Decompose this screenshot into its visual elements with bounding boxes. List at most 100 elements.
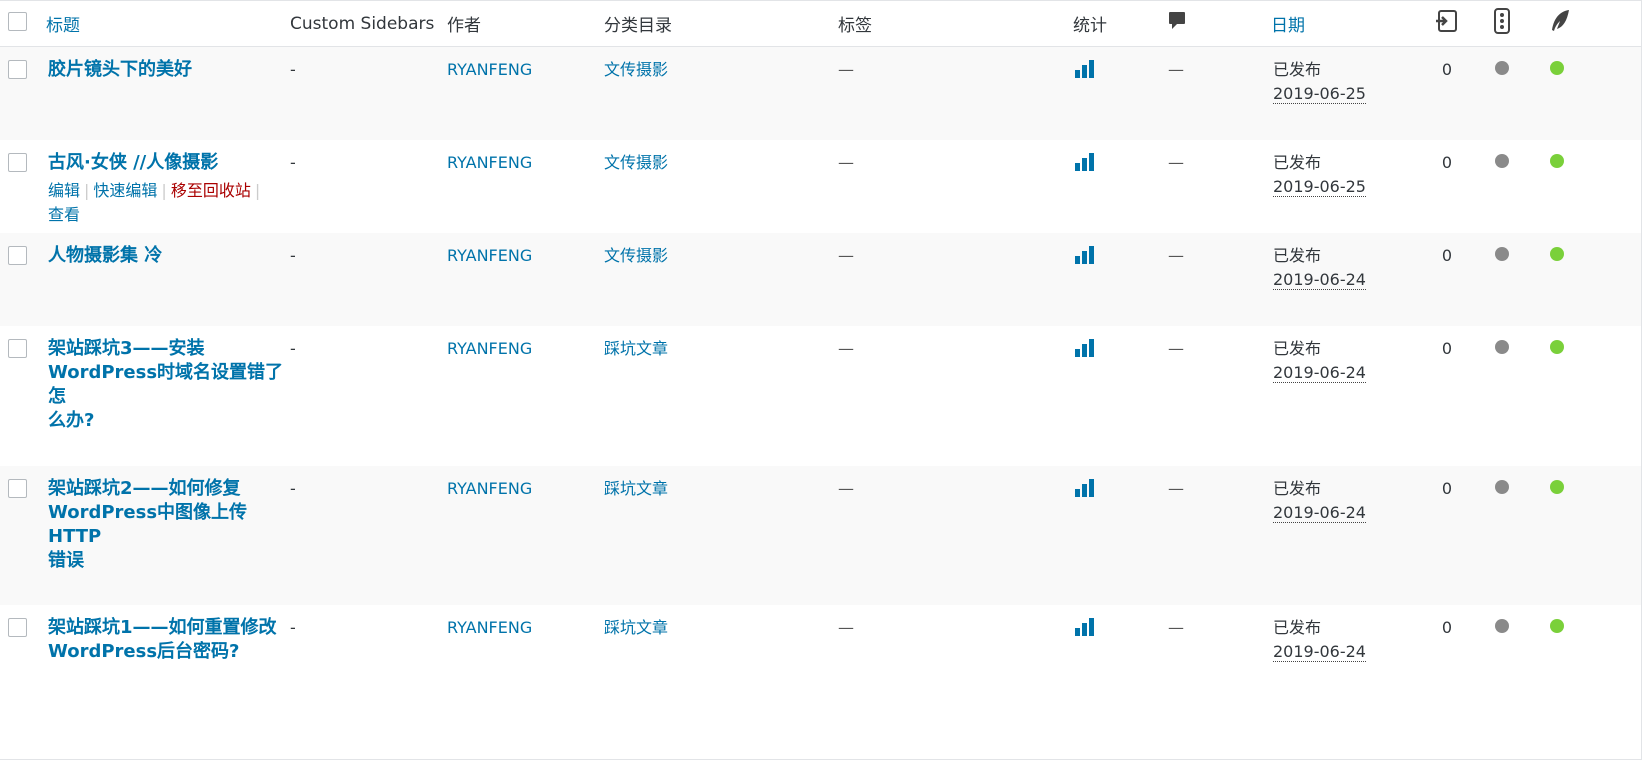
title-cell: 人物摄影集 冷 [46, 233, 290, 326]
post-title-line[interactable]: 架站踩坑3——安装 [48, 337, 290, 361]
author-link[interactable]: RYANFENG [447, 466, 604, 605]
row-checkbox[interactable] [8, 338, 27, 358]
seo-cell [1527, 326, 1642, 466]
post-title-line[interactable]: 架站踩坑2——如何修复 [48, 477, 290, 501]
tags-cell: — [838, 338, 854, 358]
post-title[interactable]: 古风·女侠 //人像摄影 [48, 151, 290, 175]
sidebars-cell: - [290, 60, 296, 79]
edit-link[interactable]: 编辑 [48, 181, 80, 200]
row-checkbox[interactable] [8, 617, 27, 637]
comments-cell: — [1168, 60, 1184, 79]
row-checkbox[interactable] [8, 245, 27, 265]
traffic-light-icon [1494, 8, 1510, 34]
sidebars-column-header: Custom Sidebars [290, 13, 435, 34]
post-title[interactable]: 架站踩坑3——安装 WordPress时域名设置错了怎 么办? [48, 337, 290, 433]
revisions-icon [1436, 10, 1457, 32]
author-link[interactable]: RYANFENG [447, 140, 604, 233]
post-title[interactable]: 胶片镜头下的美好 [48, 58, 290, 82]
post-title-line[interactable]: 古风·女侠 //人像摄影 [48, 151, 290, 175]
author-link[interactable]: RYANFENG [447, 326, 604, 466]
readability-status-dot [1495, 618, 1509, 633]
category-link[interactable]: 踩坑文章 [604, 466, 838, 605]
trash-link[interactable]: 移至回收站 [171, 181, 251, 200]
row-actions: 编辑 | 快速编辑 | 移至回收站 | 查看 [48, 179, 290, 227]
category-link[interactable]: 文传摄影 [604, 47, 838, 140]
post-title-line[interactable]: 么办? [48, 409, 290, 433]
revisions-count: 0 [1441, 245, 1453, 265]
category-link[interactable]: 踩坑文章 [604, 326, 838, 466]
row-checkbox[interactable] [8, 60, 27, 79]
post-title-line[interactable]: WordPress中图像上传HTTP [48, 501, 290, 549]
post-title-line[interactable]: 架站踩坑1——如何重置修改 [48, 616, 290, 640]
post-title-line[interactable]: WordPress时域名设置错了怎 [48, 361, 290, 409]
bar-chart-icon[interactable] [1075, 337, 1094, 357]
post-title-line[interactable]: WordPress后台密码? [48, 640, 290, 664]
category-link[interactable]: 文传摄影 [604, 233, 838, 326]
bar-chart-icon[interactable] [1075, 58, 1094, 78]
category-link[interactable]: 踩坑文章 [604, 605, 838, 721]
author-link[interactable]: RYANFENG [447, 605, 604, 721]
post-date: 2019-06-24 [1273, 269, 1366, 290]
bar-chart-icon[interactable] [1075, 616, 1094, 636]
tags-cell: — [838, 478, 854, 498]
table-row: 架站踩坑2——如何修复 WordPress中图像上传HTTP 错误 - RYANFE… [0, 465, 1642, 605]
post-date: 2019-06-25 [1273, 84, 1366, 104]
author-column-header: 作者 [447, 16, 481, 36]
select-all-cell [0, 1, 46, 47]
date-column-header[interactable]: 日期 [1271, 1, 1417, 47]
seo-status-dot [1550, 61, 1564, 75]
sidebars-cell: - [290, 152, 296, 172]
row-checkbox-cell [0, 326, 46, 466]
comment-bubble-icon [1169, 12, 1185, 29]
sidebars-cell: - [290, 338, 296, 358]
stats-cell [1073, 233, 1168, 326]
post-title-line[interactable]: 人物摄影集 冷 [48, 244, 290, 268]
table-row: 架站踩坑1——如何重置修改 WordPress后台密码? - RYANFENG 踩… [0, 605, 1642, 721]
date-cell: 已发布 2019-06-24 [1271, 233, 1417, 326]
seo-status-dot [1550, 618, 1564, 633]
post-date: 2019-06-24 [1273, 362, 1366, 383]
post-title-line[interactable]: 胶片镜头下的美好 [48, 58, 290, 82]
bar-chart-icon[interactable] [1075, 244, 1094, 264]
author-link[interactable]: RYANFENG [447, 233, 604, 326]
tags-cell: — [838, 60, 854, 79]
post-title[interactable]: 架站踩坑2——如何修复 WordPress中图像上传HTTP 错误 [48, 477, 290, 573]
table-row: 胶片镜头下的美好 - RYANFENG 文传摄影 — — 已发布 2019-06… [0, 46, 1642, 140]
post-title[interactable]: 人物摄影集 冷 [48, 244, 290, 268]
stats-cell [1073, 140, 1168, 233]
comments-cell: — [1168, 338, 1184, 358]
sidebars-cell: - [290, 478, 296, 498]
revisions-column-header [1417, 1, 1477, 47]
row-checkbox[interactable] [8, 152, 27, 172]
revisions-count: 0 [1441, 152, 1453, 172]
seo-status-dot [1550, 339, 1564, 354]
stats-column-header: 统计 [1073, 16, 1107, 36]
comments-column-header[interactable] [1168, 1, 1271, 47]
seo-cell [1527, 466, 1642, 605]
traffic-cell [1477, 233, 1527, 326]
table-row: 古风·女侠 //人像摄影 编辑 | 快速编辑 | 移至回收站 | 查看 - RYANFEN… [0, 140, 1642, 233]
separator: | [84, 180, 90, 200]
stats-cell [1073, 47, 1168, 140]
seo-status-dot [1550, 479, 1564, 494]
table-row: 人物摄影集 冷 - RYANFENG 文传摄影 — — 已发布 2019-06-… [0, 232, 1642, 326]
post-title-line[interactable]: 错误 [48, 549, 290, 573]
post-date: 2019-06-25 [1273, 176, 1366, 197]
view-link[interactable]: 查看 [48, 205, 80, 224]
date-cell: 已发布 2019-06-24 [1271, 605, 1417, 721]
bar-chart-icon[interactable] [1075, 477, 1094, 497]
row-checkbox[interactable] [8, 478, 27, 498]
category-link[interactable]: 文传摄影 [604, 140, 838, 233]
post-title[interactable]: 架站踩坑1——如何重置修改 WordPress后台密码? [48, 616, 290, 664]
bar-chart-icon[interactable] [1075, 151, 1094, 171]
row-checkbox-cell [0, 233, 46, 326]
seo-column-header [1527, 1, 1642, 47]
author-link[interactable]: RYANFENG [447, 47, 604, 140]
title-column-header[interactable]: 标题 [46, 1, 290, 47]
date-cell: 已发布 2019-06-25 [1271, 47, 1417, 140]
readability-status-dot [1495, 339, 1509, 354]
revisions-count: 0 [1441, 478, 1453, 498]
category-column-header: 分类目录 [604, 16, 672, 36]
select-all-checkbox[interactable] [8, 11, 27, 31]
quick-edit-link[interactable]: 快速编辑 [93, 181, 157, 200]
